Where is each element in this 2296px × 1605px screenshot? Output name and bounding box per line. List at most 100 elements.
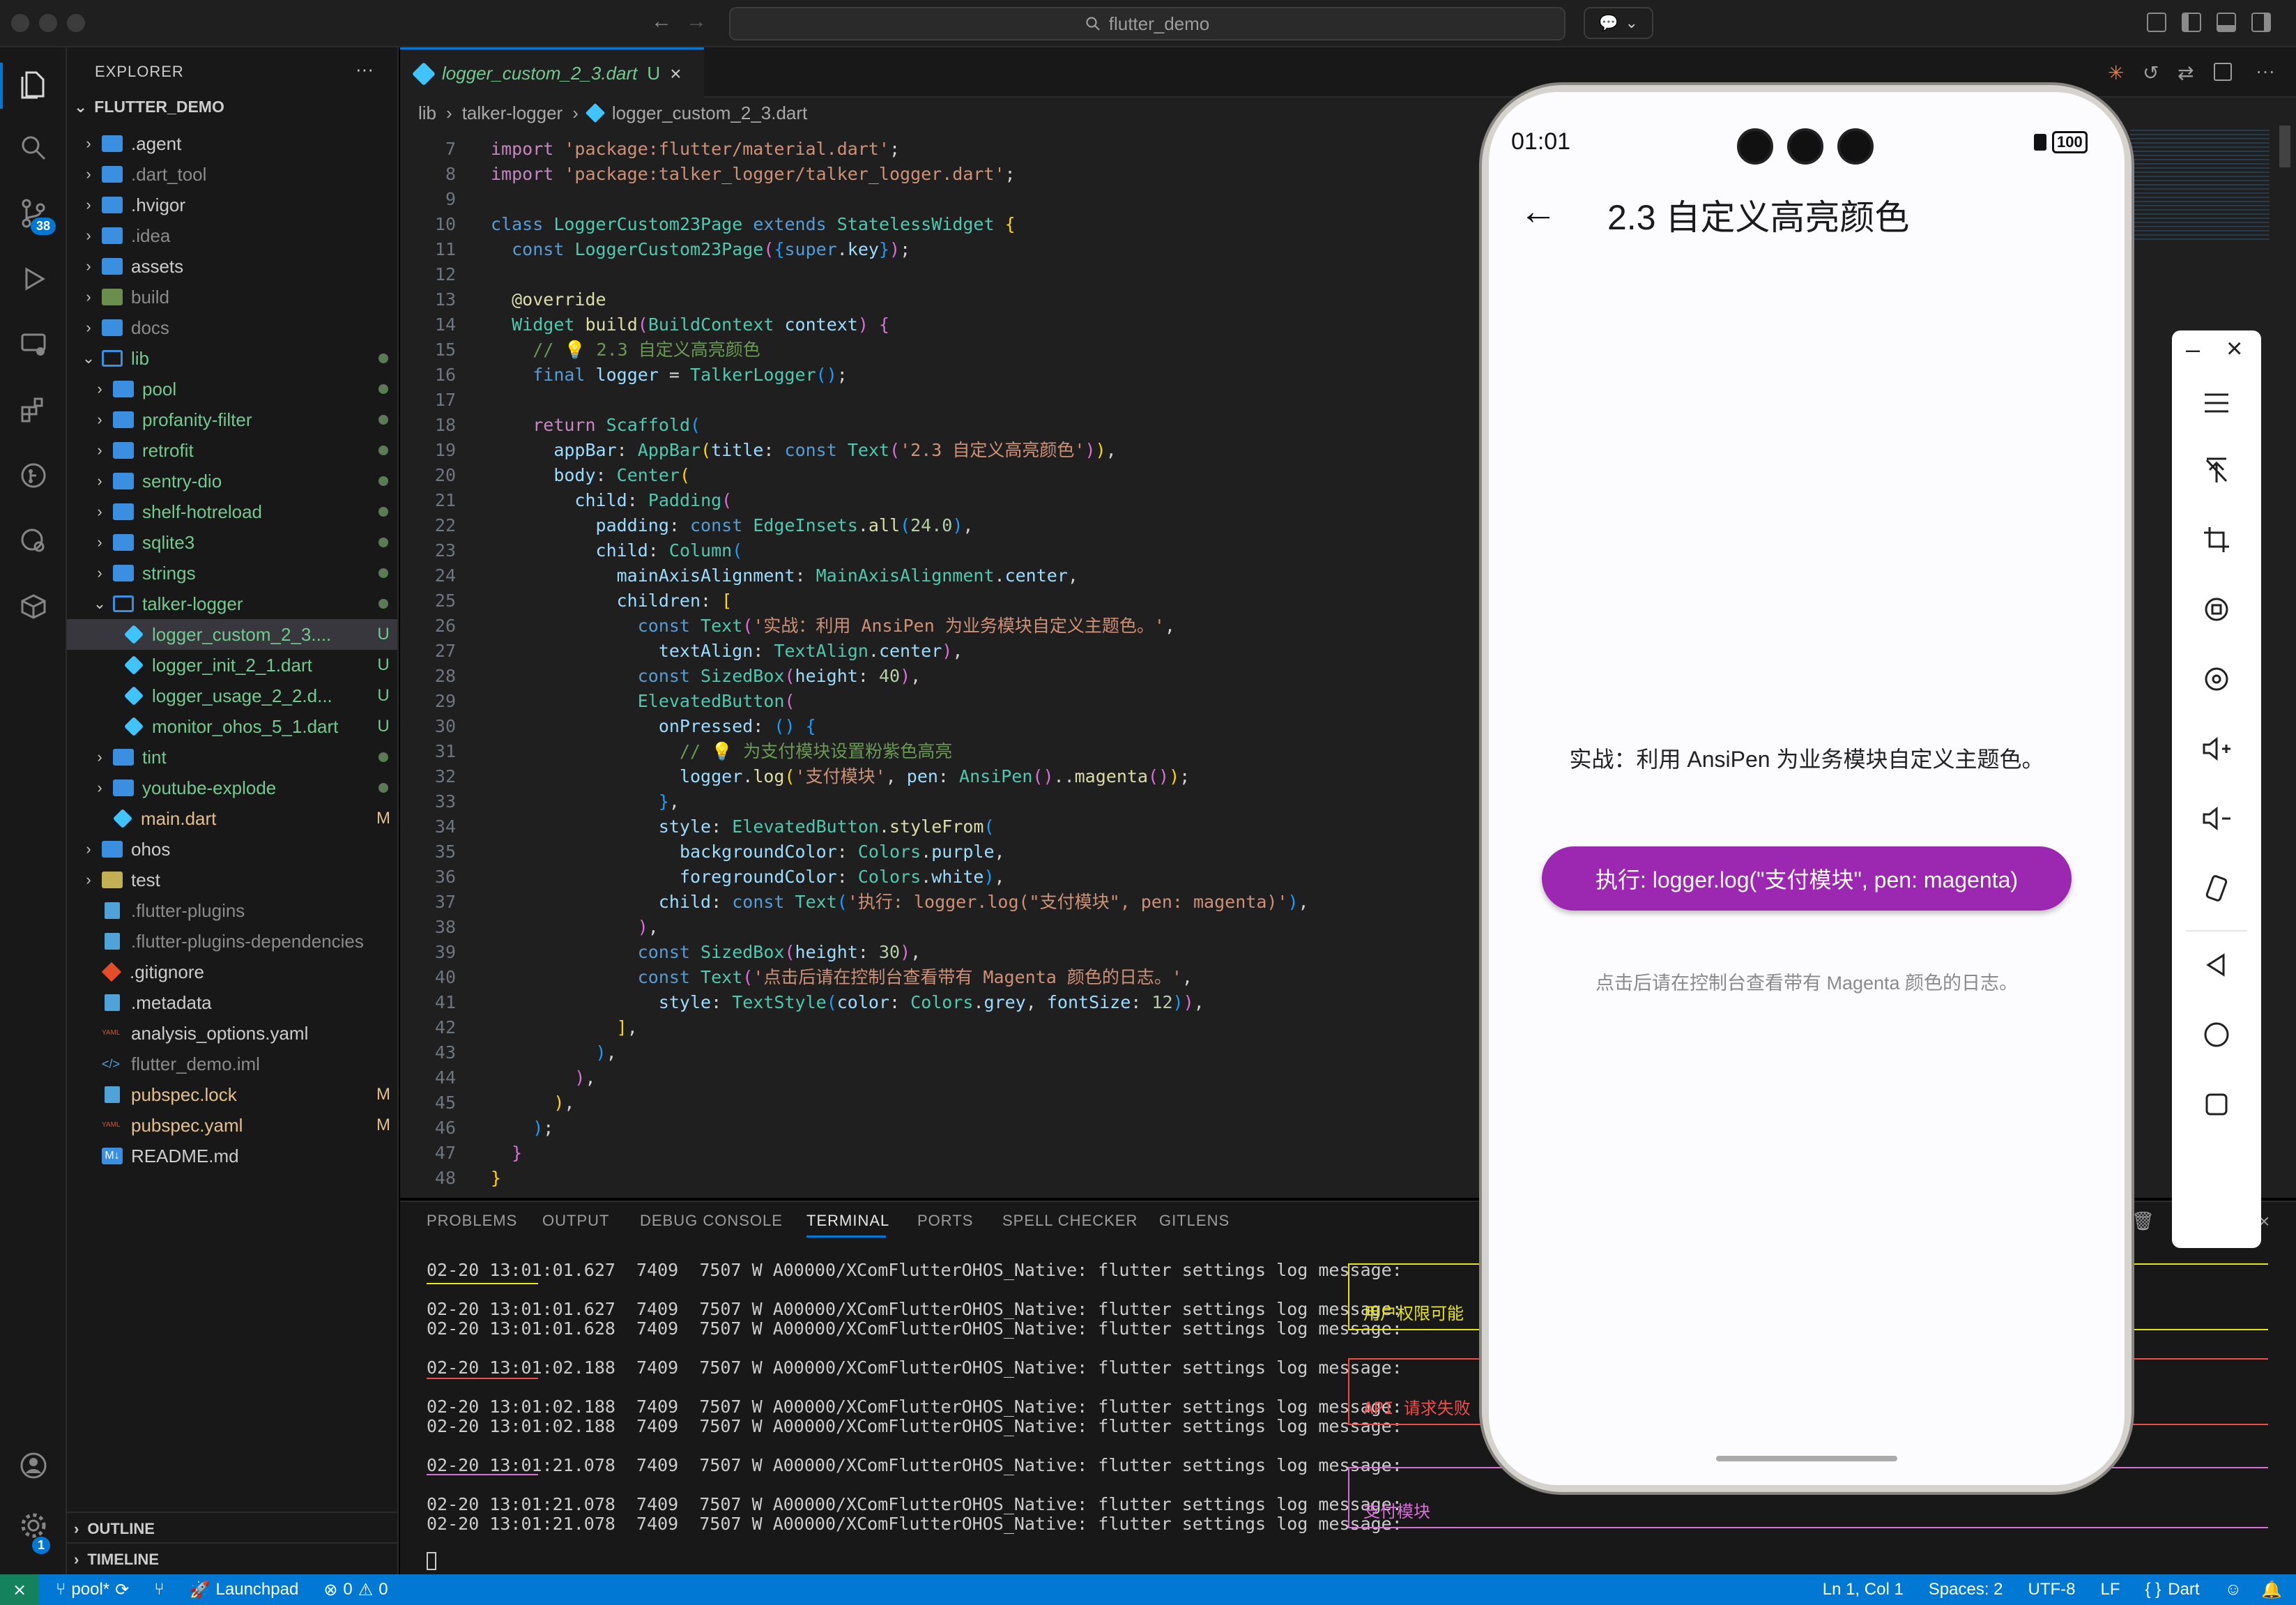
execute-log-button[interactable]: 执行: logger.log("支付模块", pen: magenta): [1542, 846, 2072, 911]
toggle-panel-icon[interactable]: [2217, 13, 2236, 32]
history-icon[interactable]: ↺: [2143, 61, 2159, 84]
tree-folder[interactable]: › .dart_tool: [67, 159, 397, 190]
git-graph-icon[interactable]: ⑂: [154, 1580, 164, 1599]
tree-folder[interactable]: › ohos: [67, 834, 397, 865]
copilot-chat-button[interactable]: 💬 ⌄: [1584, 7, 1653, 39]
home-indicator[interactable]: [1716, 1456, 1897, 1461]
crop-icon[interactable]: [2196, 519, 2237, 561]
volume-down-icon[interactable]: [2196, 798, 2237, 839]
branch-indicator[interactable]: ⑂ pool* ⟳: [56, 1580, 129, 1600]
tree-file[interactable]: monitor_ohos_5_1.dart U: [67, 711, 397, 742]
cursor-position[interactable]: Ln 1, Col 1: [1823, 1580, 1904, 1599]
search-icon[interactable]: [15, 130, 52, 166]
account-icon[interactable]: [15, 1447, 52, 1484]
tree-folder[interactable]: › sentry-dio: [67, 466, 397, 496]
sparkle-icon[interactable]: ✳: [2108, 61, 2124, 84]
run-debug-icon[interactable]: [15, 261, 52, 297]
trash-icon[interactable]: 🗑: [2132, 1210, 2155, 1232]
panel-tab-ports[interactable]: PORTS: [917, 1212, 973, 1230]
remote-indicator-icon[interactable]: ⨯: [0, 1574, 39, 1605]
compare-icon[interactable]: ⇄: [2178, 61, 2194, 84]
menu-icon[interactable]: [2196, 382, 2237, 424]
close-icon[interactable]: ×: [670, 63, 681, 85]
rotate-alt-icon[interactable]: [2196, 658, 2237, 700]
tree-file[interactable]: pubspec.lock M: [67, 1079, 397, 1110]
end-of-line[interactable]: LF: [2101, 1580, 2120, 1599]
panel-tab-debug-console[interactable]: DEBUG CONSOLE: [640, 1212, 783, 1230]
panel-tab-output[interactable]: OUTPUT: [542, 1212, 609, 1230]
extensions-icon[interactable]: [15, 392, 52, 428]
tree-folder[interactable]: › assets: [67, 251, 397, 282]
tree-file[interactable]: .flutter-plugins-dependencies: [67, 926, 397, 957]
close-icon[interactable]: ×: [2226, 333, 2242, 365]
breadcrumb-item[interactable]: logger_custom_2_3.dart: [612, 102, 807, 124]
tree-folder[interactable]: ⌄ lib: [67, 343, 397, 374]
code-view[interactable]: import 'package:flutter/material.dart'; …: [491, 137, 1480, 1191]
tree-file[interactable]: .metadata: [67, 987, 397, 1018]
tree-folder[interactable]: › test: [67, 865, 397, 895]
tree-folder[interactable]: › retrofit: [67, 435, 397, 466]
tree-folder[interactable]: › .hvigor: [67, 190, 397, 220]
language-mode[interactable]: { } Dart: [2145, 1580, 2200, 1599]
outline-section[interactable]: › OUTLINE: [74, 1520, 155, 1538]
tree-folder[interactable]: › youtube-explode: [67, 773, 397, 803]
launchpad-item[interactable]: 🚀 Launchpad: [190, 1580, 299, 1600]
rotate-icon[interactable]: [2196, 588, 2237, 630]
close-window-button[interactable]: [11, 14, 29, 32]
back-arrow-icon[interactable]: ←: [1520, 190, 1557, 233]
minimize-window-button[interactable]: [39, 14, 57, 32]
workspace-root[interactable]: ⌄ FLUTTER_DEMO: [74, 98, 224, 116]
layout-grid-icon[interactable]: [2147, 13, 2166, 32]
editor-scrollbar[interactable]: [2279, 125, 2290, 167]
tree-file[interactable]: .flutter-plugins: [67, 895, 397, 926]
tree-file[interactable]: YAML analysis_options.yaml: [67, 1018, 397, 1049]
back-arrow-icon[interactable]: ←: [651, 10, 672, 33]
notifications-bell-icon[interactable]: 🔔: [2261, 1580, 2282, 1600]
remote-explorer-icon[interactable]: [15, 326, 52, 363]
editor-tab-active[interactable]: logger_custom_2_3.dart U ×: [400, 47, 704, 98]
breadcrumb-item[interactable]: talker-logger: [462, 102, 563, 124]
tree-file[interactable]: logger_custom_2_3.... U: [67, 619, 397, 650]
zoom-window-button[interactable]: [67, 14, 85, 32]
minimize-icon[interactable]: –: [2186, 335, 2200, 364]
tree-folder[interactable]: › .idea: [67, 220, 397, 251]
toggle-secondary-sidebar-icon[interactable]: [2251, 13, 2271, 32]
tree-file[interactable]: .gitignore: [67, 957, 397, 987]
more-actions-icon[interactable]: ···: [2256, 60, 2275, 82]
panel-tab-problems[interactable]: PROBLEMS: [427, 1212, 517, 1230]
gitlens-inspect-icon[interactable]: [15, 523, 52, 559]
encoding[interactable]: UTF-8: [2028, 1580, 2076, 1599]
tree-folder[interactable]: › docs: [67, 312, 397, 343]
package-icon[interactable]: [15, 588, 52, 625]
tree-folder[interactable]: ⌄ talker-logger: [67, 588, 397, 619]
volume-up-icon[interactable]: [2196, 728, 2237, 770]
panel-tab-spell-checker[interactable]: SPELL CHECKER: [1002, 1212, 1138, 1230]
tree-file[interactable]: main.dart M: [67, 803, 397, 834]
nav-recents-icon[interactable]: [2196, 1083, 2237, 1125]
minimap[interactable]: [2130, 130, 2270, 241]
timeline-section[interactable]: › TIMELINE: [74, 1551, 159, 1569]
breadcrumb-item[interactable]: lib: [418, 102, 436, 124]
tree-folder[interactable]: › profanity-filter: [67, 404, 397, 435]
panel-tab-gitlens[interactable]: GITLENS: [1159, 1212, 1230, 1230]
explorer-more-button[interactable]: ···: [355, 59, 374, 80]
toggle-sidebar-icon[interactable]: [2182, 13, 2201, 32]
forward-arrow-icon[interactable]: →: [686, 10, 707, 33]
explorer-icon[interactable]: [15, 67, 52, 103]
split-editor-icon[interactable]: [2214, 63, 2232, 81]
tree-file[interactable]: M↓ README.md: [67, 1141, 397, 1171]
tree-folder[interactable]: › build: [67, 282, 397, 312]
problems-indicator[interactable]: ⊗ 0 ⚠ 0: [323, 1580, 388, 1600]
command-center-search[interactable]: flutter_demo: [729, 7, 1566, 40]
gitlens-icon[interactable]: [15, 457, 52, 494]
tree-folder[interactable]: › shelf-hotreload: [67, 496, 397, 527]
nav-home-icon[interactable]: [2196, 1014, 2237, 1056]
tree-folder[interactable]: › pool: [67, 374, 397, 404]
pin-off-icon[interactable]: [2196, 449, 2237, 491]
tree-folder[interactable]: › .agent: [67, 128, 397, 159]
tree-folder[interactable]: › strings: [67, 558, 397, 588]
copilot-icon[interactable]: ☺: [2225, 1580, 2242, 1599]
shake-icon[interactable]: [2196, 867, 2237, 909]
tree-file[interactable]: </> flutter_demo.iml: [67, 1049, 397, 1079]
tree-file[interactable]: logger_usage_2_2.d... U: [67, 680, 397, 711]
